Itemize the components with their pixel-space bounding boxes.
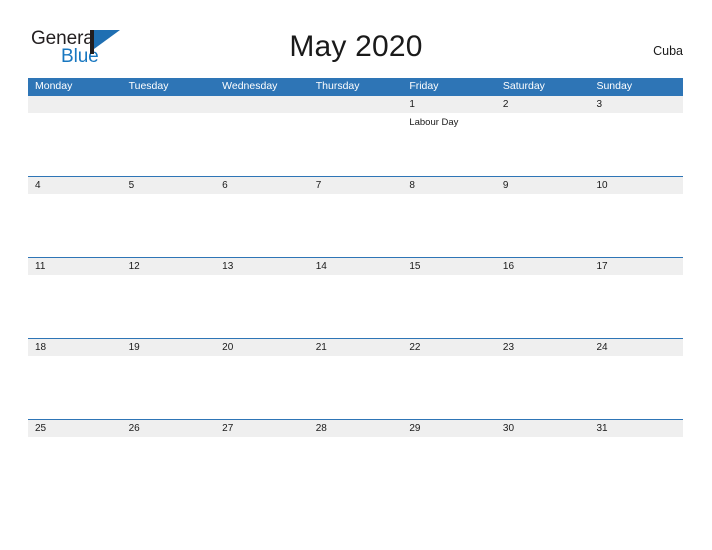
- day-number[interactable]: 9: [496, 177, 590, 194]
- day-number[interactable]: 5: [122, 177, 216, 194]
- day-header-monday: Monday: [35, 80, 73, 92]
- event-label: Labour Day: [409, 117, 459, 128]
- week-event-band: Labour Day: [28, 113, 683, 176]
- day-number[interactable]: 11: [28, 258, 122, 275]
- day-header-sunday: Sunday: [596, 80, 633, 92]
- week-row: 25 26 27 28 29 30 31: [28, 419, 683, 500]
- day-number[interactable]: [122, 96, 216, 113]
- day-number[interactable]: 29: [402, 420, 496, 437]
- day-cell[interactable]: [309, 275, 403, 338]
- day-number[interactable]: 30: [496, 420, 590, 437]
- day-header-saturday: Saturday: [502, 80, 545, 92]
- day-number[interactable]: [215, 96, 309, 113]
- day-cell[interactable]: [496, 113, 590, 176]
- day-cell[interactable]: [28, 194, 122, 257]
- day-header-wednesday: Wednesday: [222, 80, 278, 92]
- day-header-friday: Friday: [409, 80, 439, 92]
- day-cell[interactable]: [589, 194, 683, 257]
- day-cell[interactable]: [215, 113, 309, 176]
- page-header: General Blue May 2020 Cuba: [0, 0, 712, 78]
- day-of-week-header-row: Monday Tuesday Wednesday Thursday Friday…: [28, 78, 683, 95]
- day-cell[interactable]: Labour Day: [402, 113, 496, 176]
- day-header-thursday: Thursday: [315, 80, 360, 92]
- day-cell[interactable]: [589, 275, 683, 338]
- day-number[interactable]: 18: [28, 339, 122, 356]
- week-date-band: 11 12 13 14 15 16 17: [28, 258, 683, 275]
- day-number[interactable]: 13: [215, 258, 309, 275]
- day-number[interactable]: 23: [496, 339, 590, 356]
- day-number[interactable]: 26: [122, 420, 216, 437]
- day-header-tuesday: Tuesday: [128, 80, 169, 92]
- day-cell[interactable]: [122, 275, 216, 338]
- calendar-grid: Monday Tuesday Wednesday Thursday Friday…: [28, 78, 683, 500]
- week-event-band: [28, 275, 683, 338]
- day-number[interactable]: 10: [589, 177, 683, 194]
- week-row: 18 19 20 21 22 23 24: [28, 338, 683, 419]
- day-cell[interactable]: [496, 194, 590, 257]
- day-cell[interactable]: [496, 437, 590, 500]
- day-number[interactable]: 22: [402, 339, 496, 356]
- day-number[interactable]: 21: [309, 339, 403, 356]
- day-cell[interactable]: [122, 437, 216, 500]
- day-number[interactable]: 12: [122, 258, 216, 275]
- day-number[interactable]: 3: [589, 96, 683, 113]
- week-event-band: [28, 194, 683, 257]
- day-cell[interactable]: [309, 437, 403, 500]
- day-cell[interactable]: [309, 356, 403, 419]
- day-cell[interactable]: [122, 194, 216, 257]
- day-cell[interactable]: [309, 113, 403, 176]
- day-number[interactable]: [309, 96, 403, 113]
- day-cell[interactable]: [589, 356, 683, 419]
- day-number[interactable]: 17: [589, 258, 683, 275]
- day-cell[interactable]: [402, 437, 496, 500]
- day-cell[interactable]: [402, 275, 496, 338]
- day-number[interactable]: 25: [28, 420, 122, 437]
- week-row: 4 5 6 7 8 9 10: [28, 176, 683, 257]
- day-number[interactable]: 8: [402, 177, 496, 194]
- day-cell[interactable]: [589, 437, 683, 500]
- day-cell[interactable]: [402, 356, 496, 419]
- day-cell[interactable]: [215, 356, 309, 419]
- day-cell[interactable]: [28, 113, 122, 176]
- day-cell[interactable]: [215, 194, 309, 257]
- day-number[interactable]: 7: [309, 177, 403, 194]
- week-date-band: 18 19 20 21 22 23 24: [28, 339, 683, 356]
- week-date-band: 25 26 27 28 29 30 31: [28, 420, 683, 437]
- page-title: May 2020: [289, 30, 423, 63]
- day-cell[interactable]: [28, 356, 122, 419]
- calendar-page: General Blue May 2020 Cuba Monday Tuesda…: [0, 0, 712, 550]
- day-number[interactable]: [28, 96, 122, 113]
- day-cell[interactable]: [122, 356, 216, 419]
- day-number[interactable]: 16: [496, 258, 590, 275]
- day-number[interactable]: 2: [496, 96, 590, 113]
- day-cell[interactable]: [589, 113, 683, 176]
- day-cell[interactable]: [402, 194, 496, 257]
- day-number[interactable]: 27: [215, 420, 309, 437]
- day-number[interactable]: 4: [28, 177, 122, 194]
- day-number[interactable]: 1: [402, 96, 496, 113]
- week-date-band: 1 2 3: [28, 96, 683, 113]
- day-number[interactable]: 24: [589, 339, 683, 356]
- day-cell[interactable]: [28, 275, 122, 338]
- day-number[interactable]: 31: [589, 420, 683, 437]
- week-row: 1 2 3 Labour Day: [28, 95, 683, 176]
- day-number[interactable]: 6: [215, 177, 309, 194]
- day-number[interactable]: 14: [309, 258, 403, 275]
- day-cell[interactable]: [309, 194, 403, 257]
- day-number[interactable]: 15: [402, 258, 496, 275]
- day-number[interactable]: 19: [122, 339, 216, 356]
- day-cell[interactable]: [215, 275, 309, 338]
- week-event-band: [28, 437, 683, 500]
- day-cell[interactable]: [215, 437, 309, 500]
- day-cell[interactable]: [496, 356, 590, 419]
- day-cell[interactable]: [28, 437, 122, 500]
- day-cell[interactable]: [496, 275, 590, 338]
- day-cell[interactable]: [122, 113, 216, 176]
- country-label: Cuba: [653, 44, 683, 58]
- week-event-band: [28, 356, 683, 419]
- week-row: 11 12 13 14 15 16 17: [28, 257, 683, 338]
- day-number[interactable]: 20: [215, 339, 309, 356]
- day-number[interactable]: 28: [309, 420, 403, 437]
- week-date-band: 4 5 6 7 8 9 10: [28, 177, 683, 194]
